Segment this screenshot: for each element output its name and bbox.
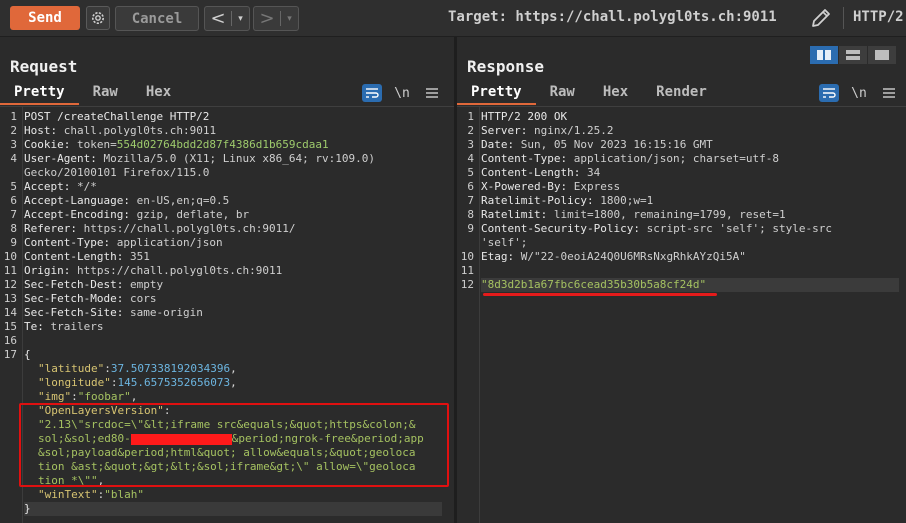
show-newlines-toggle[interactable]: \n bbox=[849, 84, 869, 102]
code-line: "latitude":37.507338192034396, bbox=[38, 362, 237, 375]
code-line: 7 Ratelimit-Policy: 1800;w=1 bbox=[467, 194, 654, 207]
cancel-button[interactable]: Cancel bbox=[115, 6, 199, 31]
code-line: 1 HTTP/2 200 OK bbox=[467, 110, 568, 123]
show-newlines-toggle[interactable]: \n bbox=[392, 84, 412, 102]
window-icon bbox=[875, 50, 889, 60]
settings-button[interactable] bbox=[86, 6, 110, 30]
code-line: 2 Server: nginx/1.25.2 bbox=[467, 124, 614, 137]
chevron-left-icon[interactable]: < bbox=[205, 7, 231, 30]
response-pane: Response Pretty Raw Hex Render \n 1 HTTP/… bbox=[457, 37, 906, 523]
tab-response-pretty[interactable]: Pretty bbox=[457, 83, 536, 105]
tab-request-hex[interactable]: Hex bbox=[132, 83, 185, 105]
highlight-underline bbox=[483, 293, 717, 296]
code-line: 9 Content-Security-Policy: script-src 'se… bbox=[467, 222, 833, 235]
rows-icon bbox=[846, 50, 860, 60]
gear-icon bbox=[92, 12, 104, 24]
code-line: "winText":"blah" bbox=[38, 488, 144, 501]
code-line: 15 Te: trailers bbox=[3, 320, 104, 333]
wrap-lines-toggle[interactable] bbox=[819, 84, 839, 102]
code-line: 14 Sec-Fetch-Site: same-origin bbox=[3, 306, 203, 319]
code-line: 1 POST /createChallenge HTTP/2 bbox=[10, 110, 210, 123]
code-line: 11 Origin: https://chall.polygl0ts.ch:901… bbox=[3, 264, 283, 277]
request-tabs: Pretty Raw Hex bbox=[0, 83, 185, 105]
cookie-token-value: 554d02764bdd2d87f4386d1b659cdaa1 bbox=[116, 138, 329, 151]
code-line: 11 bbox=[460, 264, 474, 277]
code-line: 'self'; bbox=[481, 236, 528, 249]
code-line: 9 Content-Type: application/json bbox=[10, 236, 223, 249]
hamburger-menu-icon bbox=[883, 88, 895, 98]
layout-side-by-side-button[interactable] bbox=[810, 46, 839, 64]
layout-toggle-group bbox=[810, 46, 897, 64]
code-line: 10 Etag: W/"22-0eoiA24Q0U6MRsNxgRhkAYzQi5… bbox=[460, 250, 746, 263]
tab-request-pretty[interactable]: Pretty bbox=[0, 83, 79, 105]
code-line: 12 Sec-Fetch-Dest: empty bbox=[3, 278, 164, 291]
response-title: Response bbox=[467, 57, 545, 76]
back-nav-group[interactable]: < ▾ bbox=[204, 6, 250, 31]
wrap-lines-toggle[interactable] bbox=[362, 84, 382, 102]
code-line: 12 "8d3d2b1a67fbc6cead35b30b5a8cf24d" bbox=[457, 278, 906, 292]
http-version-label[interactable]: HTTP/2 bbox=[853, 9, 904, 25]
code-line: 4 Content-Type: application/json; charset… bbox=[467, 152, 780, 165]
code-line: 10 Content-Length: 351 bbox=[3, 250, 150, 263]
tab-response-hex[interactable]: Hex bbox=[589, 83, 642, 105]
send-button[interactable]: Send bbox=[10, 6, 80, 30]
code-line: 5 Accept: */* bbox=[10, 180, 97, 193]
layout-single-button[interactable] bbox=[868, 46, 897, 64]
highlight-box bbox=[19, 403, 449, 487]
code-line: 3 Date: Sun, 05 Nov 2023 16:15:16 GMT bbox=[467, 138, 713, 151]
code-line: 6 Accept-Language: en-US,en;q=0.5 bbox=[10, 194, 230, 207]
code-line: 16 bbox=[3, 334, 17, 347]
layout-stacked-button[interactable] bbox=[839, 46, 868, 64]
request-menu-button[interactable] bbox=[422, 84, 442, 102]
forward-history-dropdown[interactable]: ▾ bbox=[281, 13, 298, 24]
hamburger-menu-icon bbox=[426, 88, 438, 98]
forward-nav-group[interactable]: > ▾ bbox=[253, 6, 299, 31]
tab-response-render[interactable]: Render bbox=[642, 83, 721, 105]
wrap-lines-icon bbox=[366, 88, 379, 98]
tab-response-raw[interactable]: Raw bbox=[536, 83, 589, 105]
pencil-icon bbox=[812, 9, 830, 27]
code-line: 7 Accept-Encoding: gzip, deflate, br bbox=[10, 208, 250, 221]
code-line: 5 Content-Length: 34 bbox=[467, 166, 601, 179]
code-line: 2 Host: chall.polygl0ts.ch:9011 bbox=[10, 124, 217, 137]
code-line: 3 Cookie: token=554d02764bdd2d87f4386d1b6… bbox=[10, 138, 329, 151]
code-line-current: } bbox=[24, 502, 442, 516]
code-line: 17{ bbox=[3, 348, 31, 361]
code-line: Gecko/20100101 Firefox/115.0 bbox=[24, 166, 210, 179]
chevron-right-icon[interactable]: > bbox=[254, 7, 280, 30]
code-line: "img":"foobar", bbox=[38, 390, 138, 403]
code-line: 6 X-Powered-By: Express bbox=[467, 180, 621, 193]
code-line: 8 Ratelimit: limit=1800, remaining=1799, … bbox=[467, 208, 786, 221]
code-line: 13 Sec-Fetch-Mode: cors bbox=[3, 292, 157, 305]
response-menu-button[interactable] bbox=[879, 84, 899, 102]
tabs-divider bbox=[0, 106, 454, 107]
edit-target-button[interactable] bbox=[809, 6, 833, 30]
response-editor[interactable]: 1 HTTP/2 200 OK 2 Server: nginx/1.25.2 3 Da… bbox=[457, 110, 906, 292]
top-toolbar: Send Cancel < ▾ > ▾ Target: https://chal… bbox=[0, 0, 906, 37]
toolbar-divider bbox=[843, 7, 844, 29]
back-history-dropdown[interactable]: ▾ bbox=[232, 13, 249, 24]
wrap-lines-icon bbox=[823, 88, 836, 98]
response-tabs: Pretty Raw Hex Render bbox=[457, 83, 721, 105]
code-line: "longitude":145.6575352656073, bbox=[38, 376, 237, 389]
columns-icon bbox=[817, 50, 831, 60]
code-line: 8 Referer: https://chall.polygl0ts.ch:901… bbox=[10, 222, 296, 235]
response-body-value: "8d3d2b1a67fbc6cead35b30b5a8cf24d" bbox=[481, 278, 707, 291]
tab-request-raw[interactable]: Raw bbox=[79, 83, 132, 105]
code-line: 4 User-Agent: Mozilla/5.0 (X11; Linux x86… bbox=[10, 152, 376, 165]
request-title: Request bbox=[10, 57, 78, 76]
tabs-divider bbox=[457, 106, 906, 107]
target-label: Target: https://chall.polygl0ts.ch:9011 bbox=[448, 9, 777, 25]
